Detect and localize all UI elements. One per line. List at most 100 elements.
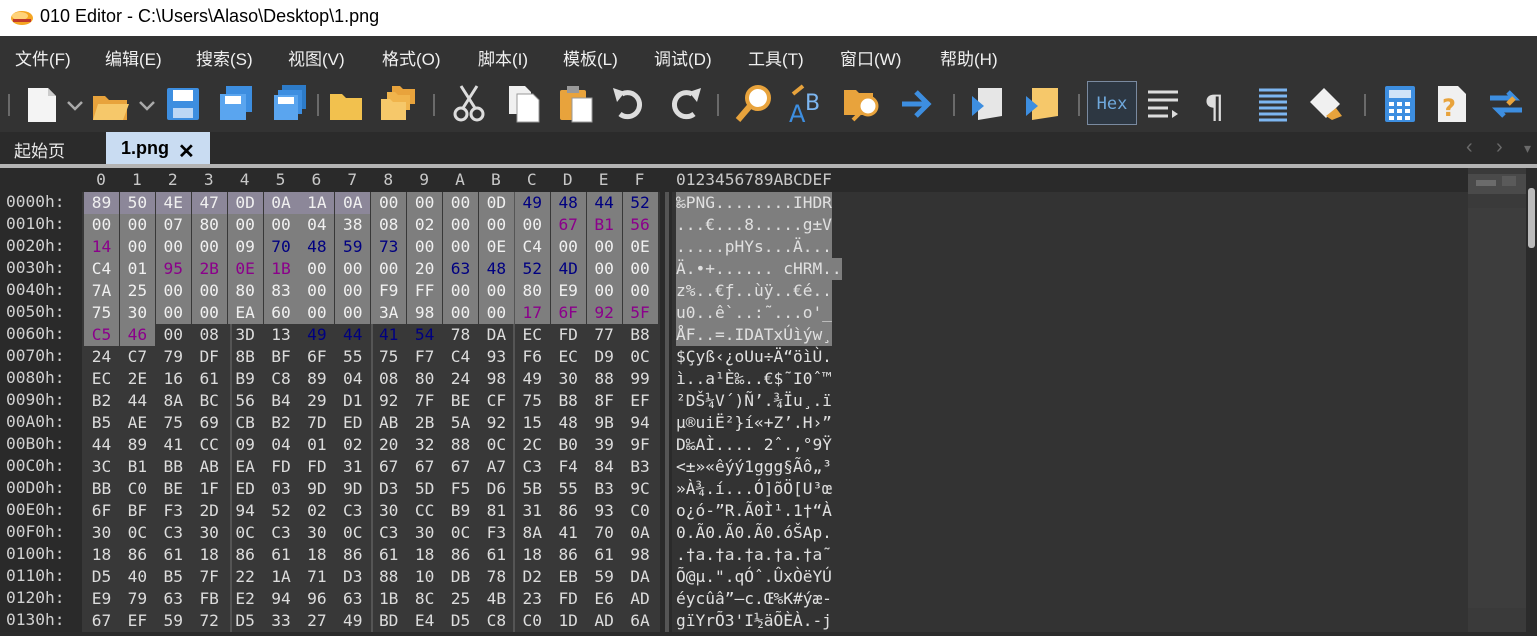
- hex-byte[interactable]: 18: [515, 544, 550, 566]
- hex-byte[interactable]: 14: [84, 236, 119, 258]
- hex-byte[interactable]: 30: [371, 500, 406, 522]
- hex-byte[interactable]: CC: [407, 500, 442, 522]
- hex-byte[interactable]: 00: [622, 258, 658, 280]
- hex-byte[interactable]: 4B: [479, 588, 514, 610]
- hex-byte[interactable]: F3: [479, 522, 514, 544]
- paste-icon[interactable]: [556, 82, 596, 126]
- cut-icon[interactable]: [449, 82, 489, 126]
- hex-byte[interactable]: E6: [587, 588, 622, 610]
- hex-byte[interactable]: AE: [120, 412, 155, 434]
- hex-byte[interactable]: F6: [515, 346, 550, 368]
- hex-byte[interactable]: 0C: [479, 434, 514, 456]
- hex-byte[interactable]: 29: [299, 390, 334, 412]
- line-wrap-icon[interactable]: [1144, 82, 1184, 126]
- hex-byte[interactable]: 41: [551, 522, 586, 544]
- hex-byte[interactable]: 25: [443, 588, 478, 610]
- hex-byte[interactable]: 52: [514, 258, 550, 280]
- hex-byte[interactable]: B2: [264, 412, 299, 434]
- hex-byte[interactable]: 88: [587, 368, 622, 390]
- hex-byte[interactable]: 23: [515, 588, 550, 610]
- hex-byte[interactable]: 00: [407, 236, 443, 258]
- hex-byte[interactable]: 00: [514, 214, 550, 236]
- hex-byte[interactable]: 94: [264, 588, 299, 610]
- hex-byte[interactable]: 75: [156, 412, 191, 434]
- hex-byte[interactable]: 00: [299, 280, 335, 302]
- hex-byte[interactable]: 03: [264, 478, 299, 500]
- hex-byte[interactable]: 00: [443, 280, 478, 302]
- menu-window[interactable]: 窗口(W): [840, 45, 901, 70]
- hex-byte[interactable]: 70: [263, 236, 299, 258]
- hex-byte[interactable]: 1A: [264, 566, 299, 588]
- hex-byte[interactable]: 00: [478, 214, 514, 236]
- hex-byte[interactable]: ED: [335, 412, 370, 434]
- hex-byte[interactable]: 07: [155, 214, 191, 236]
- hex-byte[interactable]: 0A: [263, 192, 299, 214]
- hex-byte[interactable]: F4: [551, 456, 586, 478]
- hex-byte[interactable]: 96: [299, 588, 334, 610]
- hex-byte[interactable]: 4E: [155, 192, 191, 214]
- hex-byte[interactable]: 30: [299, 522, 334, 544]
- hex-byte[interactable]: 00: [191, 302, 227, 324]
- hex-byte[interactable]: 67: [407, 456, 442, 478]
- hex-byte[interactable]: D5: [443, 610, 478, 632]
- hex-byte[interactable]: CB: [228, 412, 263, 434]
- hex-byte[interactable]: 5D: [407, 478, 442, 500]
- tab-scroll-right-icon[interactable]: ›: [1496, 136, 1503, 159]
- hex-byte[interactable]: B9: [228, 368, 263, 390]
- hex-byte[interactable]: B1: [586, 214, 622, 236]
- hex-byte[interactable]: 0E: [227, 258, 263, 280]
- hex-byte[interactable]: B3: [623, 456, 658, 478]
- hex-byte[interactable]: D3: [335, 566, 370, 588]
- hex-byte[interactable]: BE: [156, 478, 191, 500]
- hex-byte[interactable]: 0C: [335, 522, 370, 544]
- hex-byte[interactable]: 30: [551, 368, 586, 390]
- menu-format[interactable]: 格式(O): [382, 45, 441, 70]
- hex-byte[interactable]: BE: [443, 390, 478, 412]
- hex-byte[interactable]: 95: [155, 258, 191, 280]
- hex-byte[interactable]: 00: [443, 302, 478, 324]
- hex-byte[interactable]: DF: [192, 346, 227, 368]
- hex-byte[interactable]: 81: [479, 500, 514, 522]
- hex-byte[interactable]: 18: [407, 544, 442, 566]
- hex-byte[interactable]: 2D: [192, 500, 227, 522]
- hex-byte[interactable]: EC: [551, 346, 586, 368]
- hex-byte[interactable]: 04: [335, 368, 370, 390]
- hex-byte[interactable]: 7F: [192, 566, 227, 588]
- hex-byte[interactable]: 61: [264, 544, 299, 566]
- hex-byte[interactable]: 8A: [515, 522, 550, 544]
- hex-byte[interactable]: 6F: [84, 500, 119, 522]
- hex-byte[interactable]: 9D: [335, 478, 370, 500]
- hex-byte[interactable]: 67: [443, 456, 478, 478]
- hex-byte[interactable]: 02: [407, 214, 443, 236]
- hex-byte[interactable]: C3: [371, 522, 406, 544]
- hex-byte[interactable]: BB: [84, 478, 119, 500]
- ascii-row[interactable]: D‰AÌ.... 2ˆ.,°9Ÿ: [676, 434, 832, 456]
- hex-byte[interactable]: 54: [407, 324, 442, 346]
- ascii-row[interactable]: µ®uiË²}í«+Z’.H›”: [676, 412, 832, 434]
- hex-byte[interactable]: 00: [443, 192, 478, 214]
- hex-byte[interactable]: 44: [120, 390, 155, 412]
- hex-byte[interactable]: A7: [479, 456, 514, 478]
- menu-edit[interactable]: 编辑(E): [105, 45, 162, 70]
- ascii-row[interactable]: .†a.†a.†a.†a.†a˜: [676, 544, 832, 566]
- hex-byte[interactable]: 61: [587, 544, 622, 566]
- hex-byte[interactable]: 89: [120, 434, 155, 456]
- hex-byte[interactable]: 78: [479, 566, 514, 588]
- hex-byte[interactable]: 39: [587, 434, 622, 456]
- hex-byte[interactable]: 49: [515, 368, 550, 390]
- hex-byte[interactable]: 72: [192, 610, 227, 632]
- new-file-icon[interactable]: [22, 82, 62, 126]
- hex-byte[interactable]: 2E: [120, 368, 155, 390]
- hex-byte[interactable]: 71: [299, 566, 334, 588]
- hex-byte[interactable]: E4: [407, 610, 442, 632]
- hex-byte[interactable]: 83: [263, 280, 299, 302]
- hex-byte[interactable]: FD: [551, 324, 586, 346]
- hex-byte[interactable]: D2: [515, 566, 550, 588]
- hex-byte[interactable]: 78: [443, 324, 478, 346]
- scrollbar-thumb[interactable]: [1528, 188, 1535, 248]
- ascii-row[interactable]: <±»«êýý1ggg§Ãô„³: [676, 456, 832, 478]
- calculator-icon[interactable]: [1380, 82, 1420, 126]
- hex-byte[interactable]: 00: [84, 214, 119, 236]
- hex-byte[interactable]: 2B: [191, 258, 227, 280]
- hex-byte[interactable]: 86: [551, 544, 586, 566]
